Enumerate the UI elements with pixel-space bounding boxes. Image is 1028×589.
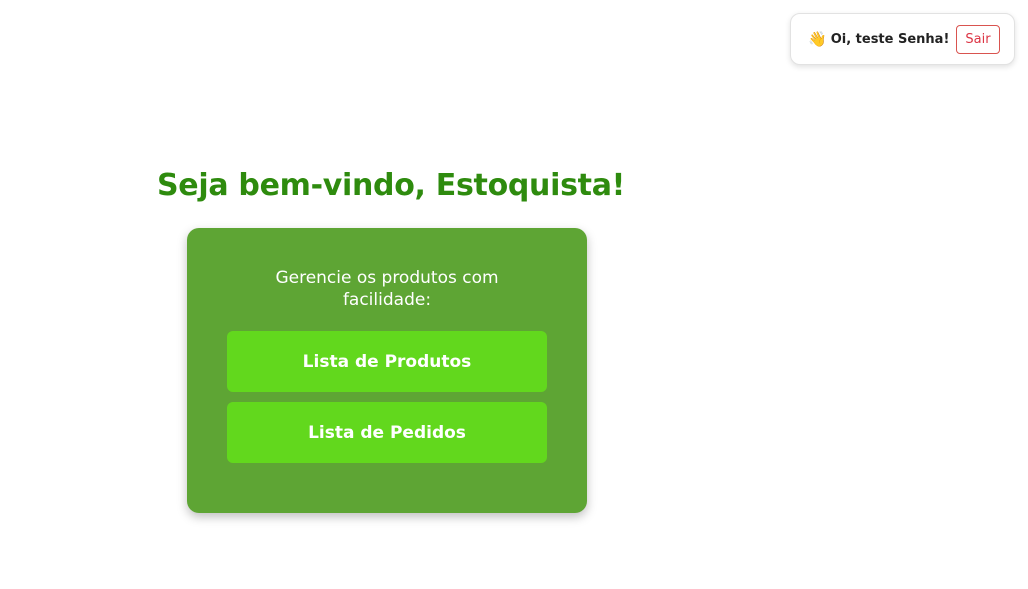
product-list-button[interactable]: Lista de Produtos — [227, 331, 547, 392]
logout-button[interactable]: Sair — [956, 25, 1000, 54]
user-greeting: Oi, teste Senha! — [830, 31, 950, 47]
card-description: Gerencie os produtos com facilidade: — [275, 268, 499, 310]
order-list-button[interactable]: Lista de Pedidos — [227, 402, 547, 463]
user-badge: 👋 Oi, teste Senha! Sair — [790, 13, 1015, 65]
page-title: Seja bem-vindo, Estoquista! — [157, 168, 626, 203]
action-card: Gerencie os produtos com facilidade: Lis… — [187, 228, 587, 513]
waving-hand-icon: 👋 — [808, 29, 827, 48]
